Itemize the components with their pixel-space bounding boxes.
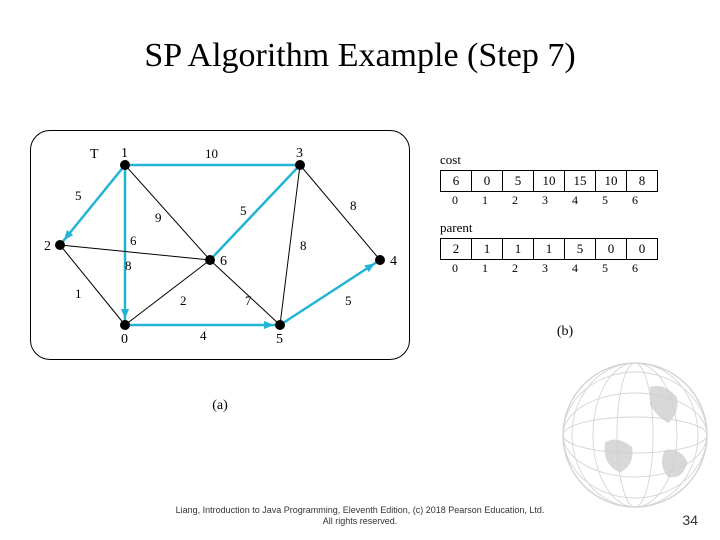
parent-index: 0123456 bbox=[440, 260, 650, 276]
parent-table: 2111500 bbox=[440, 238, 658, 260]
page-title: SP Algorithm Example (Step 7) bbox=[0, 37, 720, 75]
cost-index: 0123456 bbox=[440, 192, 650, 208]
cost-cell: 0 bbox=[472, 171, 503, 192]
graph-edge bbox=[60, 245, 125, 325]
globe-decoration bbox=[560, 360, 710, 510]
node-label: 2 bbox=[44, 239, 51, 254]
parent-cell: 1 bbox=[472, 239, 503, 260]
arrow-icon bbox=[264, 321, 274, 329]
page-number: 34 bbox=[682, 512, 698, 528]
parent-index-cell: 4 bbox=[560, 260, 590, 276]
cost-index-cell: 3 bbox=[530, 192, 560, 208]
graph-node bbox=[55, 240, 65, 250]
graph-edge bbox=[125, 260, 210, 325]
footer-line2: All rights reserved. bbox=[323, 516, 398, 526]
cost-cell: 10 bbox=[534, 171, 565, 192]
cost-cell: 6 bbox=[441, 171, 472, 192]
graph-edge bbox=[300, 165, 380, 260]
footer-credit: Liang, Introduction to Java Programming,… bbox=[0, 505, 720, 528]
edge-weight: 6 bbox=[130, 233, 137, 248]
node-label: 4 bbox=[390, 254, 397, 269]
parent-index-cell: 5 bbox=[590, 260, 620, 276]
edge-weight: 9 bbox=[155, 210, 162, 225]
edge-weight: 8 bbox=[125, 258, 132, 273]
parent-cell: 2 bbox=[441, 239, 472, 260]
tables-caption: (b) bbox=[440, 324, 690, 340]
parent-index-cell: 1 bbox=[470, 260, 500, 276]
parent-cell: 1 bbox=[534, 239, 565, 260]
tables-panel: cost 6051015108 0123456 parent 2111500 0… bbox=[440, 140, 690, 340]
graph-edge bbox=[210, 165, 300, 260]
cost-cell: 15 bbox=[565, 171, 596, 192]
cost-index-cell: 6 bbox=[620, 192, 650, 208]
footer-line1: Liang, Introduction to Java Programming,… bbox=[176, 505, 545, 515]
graph-node bbox=[375, 255, 385, 265]
cost-index-cell: 5 bbox=[590, 192, 620, 208]
graph-edge bbox=[280, 165, 300, 325]
edge-weight: 10 bbox=[205, 146, 218, 161]
node-label: 0 bbox=[121, 332, 128, 347]
parent-index-cell: 2 bbox=[500, 260, 530, 276]
edge-weight: 8 bbox=[300, 238, 307, 253]
node-label: 1 bbox=[121, 146, 128, 161]
graph-caption: (a) bbox=[30, 398, 410, 414]
cost-index-cell: 4 bbox=[560, 192, 590, 208]
graph-svg: 10 5 9 6 1 8 5 8 8 2 7 4 5 0 1 2 3 4 5 6 T bbox=[30, 130, 410, 360]
node-label: 3 bbox=[296, 146, 303, 161]
cost-label: cost bbox=[440, 152, 690, 168]
edge-weight: 5 bbox=[345, 293, 352, 308]
edge-weight: 1 bbox=[75, 286, 82, 301]
cost-index-cell: 0 bbox=[440, 192, 470, 208]
cost-index-cell: 1 bbox=[470, 192, 500, 208]
graph-node bbox=[120, 160, 130, 170]
edge-weight: 7 bbox=[245, 293, 252, 308]
edge-weight: 2 bbox=[180, 293, 187, 308]
arrow-icon bbox=[364, 263, 375, 272]
graph-panel: 105961858827450123456T (a) bbox=[30, 130, 410, 390]
graph-node bbox=[295, 160, 305, 170]
graph-node bbox=[275, 320, 285, 330]
node-label: 6 bbox=[220, 254, 227, 269]
parent-index-cell: 3 bbox=[530, 260, 560, 276]
edge-weight: 5 bbox=[240, 203, 247, 218]
parent-cell: 0 bbox=[627, 239, 658, 260]
arrow-icon bbox=[121, 309, 129, 319]
parent-cell: 1 bbox=[503, 239, 534, 260]
graph-edge bbox=[125, 165, 210, 260]
parent-index-cell: 0 bbox=[440, 260, 470, 276]
parent-cell: 5 bbox=[565, 239, 596, 260]
graph-edge bbox=[280, 260, 380, 325]
cost-index-cell: 2 bbox=[500, 192, 530, 208]
node-label: 5 bbox=[276, 332, 283, 347]
edge-weight: 5 bbox=[75, 188, 82, 203]
cost-cell: 5 bbox=[503, 171, 534, 192]
edge-weight: 8 bbox=[350, 198, 357, 213]
graph-node bbox=[120, 320, 130, 330]
cost-cell: 10 bbox=[596, 171, 627, 192]
cost-cell: 8 bbox=[627, 171, 658, 192]
cost-table: 6051015108 bbox=[440, 170, 658, 192]
edge-weight: 4 bbox=[200, 328, 207, 343]
parent-cell: 0 bbox=[596, 239, 627, 260]
parent-index-cell: 6 bbox=[620, 260, 650, 276]
graph-annotation: T bbox=[90, 147, 99, 162]
parent-label: parent bbox=[440, 220, 690, 236]
graph-node bbox=[205, 255, 215, 265]
